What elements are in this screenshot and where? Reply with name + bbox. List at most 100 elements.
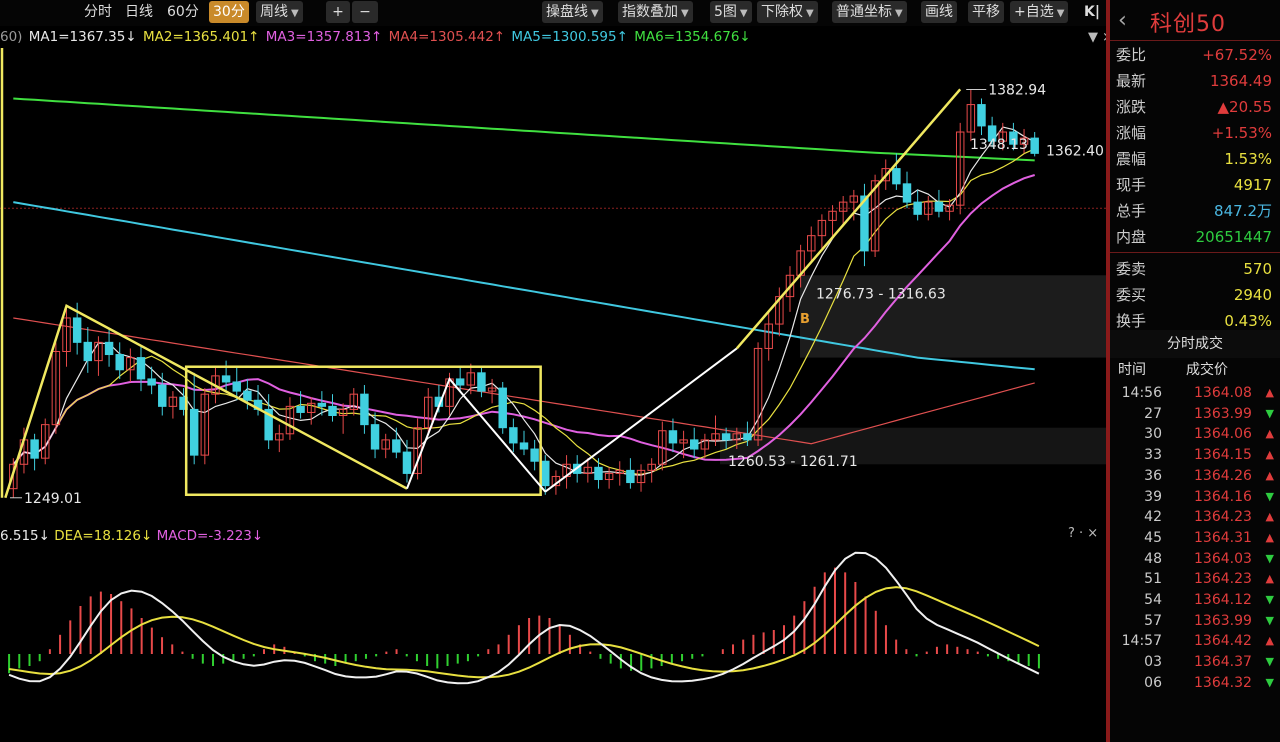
candle — [690, 427, 699, 459]
candle — [626, 458, 635, 489]
trendline-zigzag — [406, 376, 547, 493]
ex-rights-button[interactable]: 下除权 ▼ — [757, 1, 818, 23]
candle — [562, 455, 571, 489]
candle — [902, 171, 912, 209]
candle — [392, 427, 401, 459]
candle — [136, 345, 146, 392]
period-button-intraday[interactable]: 分时 — [80, 1, 116, 23]
candle — [360, 385, 369, 434]
up-arrow-icon: ▲ — [1265, 510, 1274, 524]
zoom-in-button[interactable]: + — [326, 1, 350, 23]
quote-row: 内盘 20651447 — [1110, 224, 1280, 250]
quote-row: 最新 1364.49 — [1110, 68, 1280, 94]
candle-body-down — [232, 381, 241, 392]
period-button-60min[interactable]: 60分 — [163, 1, 203, 23]
pan-button[interactable]: 平移 — [968, 1, 1004, 23]
coordinate-button[interactable]: 普通坐标 ▼ — [832, 1, 907, 23]
tick-price: 1364.08 — [1194, 385, 1252, 401]
quote-label: 最新 — [1116, 72, 1147, 90]
quote-label: 涨跌 — [1116, 98, 1147, 116]
period-button-daily[interactable]: 日线 — [121, 1, 157, 23]
candle-body-down — [402, 451, 412, 474]
ticks-title: 分时成交 — [1110, 330, 1280, 358]
down-arrow-icon: ▼ — [1265, 613, 1274, 627]
down-arrow-icon: ▼ — [1265, 489, 1274, 503]
tick-time: 14:57 — [1121, 633, 1162, 650]
ma-indicator-line: 60) MA1=1367.35↓ MA2=1365.401↑ MA3=1357.… — [0, 26, 753, 48]
candle — [955, 122, 965, 215]
candle-body-down — [519, 442, 529, 450]
quote-value: 2940 — [1233, 286, 1272, 304]
multi-chart-button[interactable]: 5图 ▼ — [710, 1, 752, 23]
tick-row: 51 1364.23 ▲ — [1110, 569, 1280, 590]
candle-body-down — [392, 439, 401, 453]
candle — [977, 98, 986, 136]
tick-row: 30 1364.06 ▲ — [1110, 424, 1280, 445]
high-label: 1382.94 — [988, 83, 1046, 99]
quote-panel: ‹ 科创50 委比 +67.52% 最新 1364.49 涨跌 ▲20.55 涨幅 +1.53… — [1110, 0, 1280, 742]
tick-row: 48 1364.03 ▼ — [1110, 549, 1280, 570]
candle — [115, 342, 124, 379]
candle-body-down — [30, 439, 39, 459]
candle-body-down — [104, 341, 114, 356]
candle-body-down — [541, 460, 550, 487]
chevron-down-icon: ▼ — [895, 8, 903, 19]
collapse-panel-button[interactable]: K| — [1080, 1, 1104, 23]
candle — [700, 433, 710, 459]
candle — [30, 433, 39, 471]
candle-body-down — [370, 424, 380, 450]
down-arrow-icon: ▼ — [1265, 406, 1274, 420]
quote-label: 委买 — [1116, 286, 1147, 304]
last-label: 1362.40 — [1046, 143, 1104, 159]
tick-time: 03 — [1144, 654, 1162, 671]
add-watchlist-button[interactable]: +自选 ▼ — [1010, 1, 1069, 23]
buy-signal-label: B — [800, 312, 810, 327]
ma6-value: MA6=1354.676↓ — [634, 29, 751, 45]
quote-label: 总手 — [1116, 202, 1147, 220]
tick-time: 45 — [1144, 529, 1162, 546]
quote-value: 4917 — [1233, 176, 1272, 194]
candle — [94, 336, 103, 376]
candle-body-down — [477, 372, 486, 392]
candle — [913, 189, 922, 221]
macd-close-icon[interactable]: ? · × — [1068, 526, 1098, 541]
candle-body-down — [913, 201, 922, 215]
up-arrow-icon: ▲ — [1265, 386, 1274, 399]
quote-row: 现手 4917 — [1110, 172, 1280, 198]
quote-row: 委比 +67.52% — [1110, 42, 1280, 68]
chevron-down-icon: ▼ — [806, 8, 814, 19]
chevron-down-icon: ▼ — [291, 8, 299, 19]
ma5-value: MA5=1300.595↑ — [511, 29, 628, 45]
up-arrow-icon: ▲ — [1265, 634, 1274, 648]
quote-label: 涨幅 — [1116, 124, 1147, 142]
candle — [509, 418, 518, 453]
operation-line-button[interactable]: 操盘线 ▼ — [542, 1, 603, 23]
down-arrow-icon: ▼ — [1265, 593, 1274, 606]
candle-body-down — [360, 393, 369, 426]
zoom-out-button[interactable]: − — [352, 1, 378, 23]
tick-price: 1364.16 — [1194, 488, 1252, 505]
ma6-line — [13, 97, 1035, 162]
quote-value: 1.53% — [1224, 150, 1272, 168]
draw-line-button[interactable]: 画线 — [921, 1, 957, 23]
candle-body-down — [455, 378, 465, 386]
tick-row: 14:56 1364.08 ▲ — [1110, 383, 1280, 404]
tick-price: 1363.99 — [1194, 612, 1252, 629]
period-button-weekly[interactable]: 周线 ▼ — [256, 1, 303, 23]
ticks-time-header: 时间 — [1118, 362, 1146, 378]
quote-row: 涨幅 +1.53% — [1110, 120, 1280, 146]
candle — [1030, 132, 1039, 157]
quote-value: 20651447 — [1195, 228, 1272, 246]
candle — [275, 424, 284, 453]
candle-body-down — [1030, 137, 1039, 154]
candle — [498, 381, 507, 434]
tick-row: 42 1364.23 ▲ — [1110, 507, 1280, 528]
period-button-30min[interactable]: 30分 — [209, 1, 249, 23]
ticks-price-header: 成交价 — [1186, 362, 1228, 378]
index-overlay-button[interactable]: 指数叠加 ▼ — [618, 1, 693, 23]
tick-price: 1364.06 — [1194, 426, 1252, 443]
candle-body-down — [892, 168, 901, 185]
tick-row: 03 1364.37 ▼ — [1110, 652, 1280, 673]
back-arrow-icon[interactable]: ‹ — [1118, 8, 1127, 33]
up-arrow-icon: ▲ — [1265, 572, 1274, 586]
